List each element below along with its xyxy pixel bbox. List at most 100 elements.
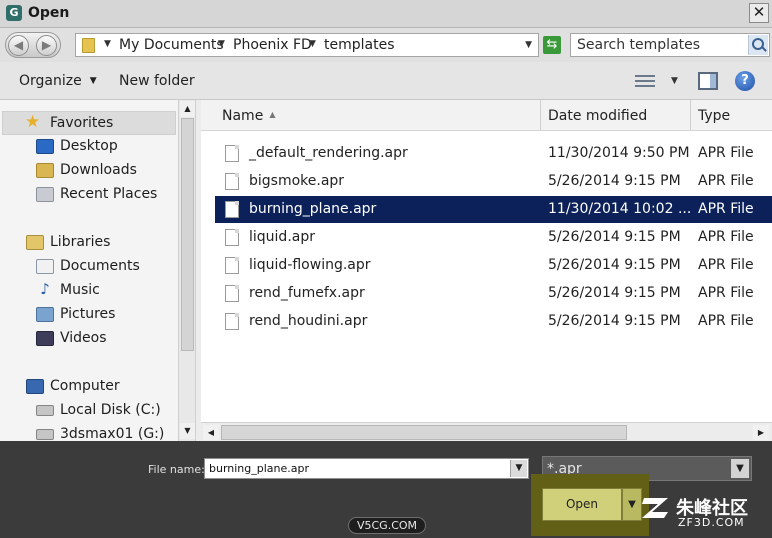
watermark-zf3d-url: ZF3D.COM: [678, 516, 745, 529]
file-date: 11/30/2014 10:02 ...: [548, 201, 692, 217]
scroll-up-icon[interactable]: ▲: [180, 101, 195, 117]
scroll-right-icon[interactable]: ▶: [753, 425, 769, 440]
forward-button[interactable]: ▶: [36, 35, 57, 56]
file-date: 5/26/2014 9:15 PM: [548, 229, 681, 245]
column-header-row: Name ▲ Date modified Type: [201, 100, 772, 131]
organize-button[interactable]: Organize ▼: [19, 73, 97, 89]
chevron-down-icon[interactable]: ▼: [309, 39, 316, 49]
hard-drive-icon: [36, 405, 54, 416]
file-name-combo: ▼: [204, 458, 529, 479]
desktop-icon: [36, 139, 54, 154]
file-type: APR File: [698, 173, 754, 189]
music-icon: ♪: [40, 280, 50, 298]
folder-icon: [82, 38, 95, 53]
scroll-thumb[interactable]: [221, 425, 627, 440]
file-row-selected[interactable]: burning_plane.apr 11/30/2014 10:02 ... A…: [215, 196, 772, 223]
nav-scrollbar[interactable]: ▲ ▼: [178, 100, 196, 441]
file-type: APR File: [698, 285, 754, 301]
file-type: APR File: [698, 313, 754, 329]
nav-label: Recent Places: [60, 186, 158, 202]
nav-label: Favorites: [50, 115, 114, 131]
file-list-scrollbar[interactable]: ◀ ▶: [201, 422, 772, 441]
breadcrumb-templates[interactable]: templates: [324, 37, 395, 53]
new-folder-button[interactable]: New folder: [119, 73, 195, 89]
file-type: APR File: [698, 229, 754, 245]
nav-label: Downloads: [60, 162, 137, 178]
watermark-v5cg: V5CG.COM: [348, 517, 426, 534]
file-row[interactable]: liquid-flowing.apr 5/26/2014 9:15 PM APR…: [215, 252, 772, 279]
nav-label: Videos: [60, 330, 107, 346]
column-label: Name: [222, 108, 264, 124]
nav-item-favorites[interactable]: ★ Favorites: [2, 111, 176, 135]
scroll-thumb[interactable]: [181, 118, 194, 351]
search-icon[interactable]: [748, 35, 768, 55]
file-row[interactable]: liquid.apr 5/26/2014 9:15 PM APR File: [215, 224, 772, 251]
column-divider[interactable]: [540, 100, 541, 131]
address-dropdown-icon[interactable]: ▼: [525, 40, 532, 50]
file-row[interactable]: rend_houdini.apr 5/26/2014 9:15 PM APR F…: [215, 308, 772, 335]
zf3d-logo-icon: [642, 498, 668, 518]
views-dropdown-icon[interactable]: ▼: [671, 76, 678, 86]
command-toolbar: Organize ▼ New folder ▼ ?: [0, 62, 772, 100]
column-header-name[interactable]: Name ▲: [222, 108, 275, 124]
chevron-down-icon[interactable]: ▼: [104, 39, 111, 49]
file-name-input[interactable]: [209, 461, 499, 476]
nav-label: Libraries: [50, 234, 111, 250]
pictures-icon: [36, 307, 54, 322]
column-header-date[interactable]: Date modified: [548, 108, 647, 124]
column-header-type[interactable]: Type: [698, 108, 730, 124]
back-button[interactable]: ◀: [8, 35, 29, 56]
navigation-pane: ★ Favorites Desktop Downloads Recent Pla…: [0, 100, 178, 441]
nav-label: Local Disk (C:): [60, 402, 161, 418]
refresh-icon[interactable]: ⇆: [543, 36, 561, 54]
nav-label: Computer: [50, 378, 120, 394]
file-icon: [225, 145, 239, 162]
address-bar: ◀ ▶ ▼ My Documents ▼ Phoenix FD ▼ templa…: [0, 28, 772, 62]
search-input[interactable]: [577, 36, 747, 54]
videos-icon: [36, 331, 54, 346]
documents-icon: [36, 259, 54, 274]
file-row[interactable]: bigsmoke.apr 5/26/2014 9:15 PM APR File: [215, 168, 772, 195]
chevron-down-icon[interactable]: ▼: [510, 460, 527, 477]
breadcrumb-phoenix-fd[interactable]: Phoenix FD: [233, 37, 312, 53]
nav-label: Documents: [60, 258, 140, 274]
file-name: liquid.apr: [249, 229, 315, 245]
file-list: Name ▲ Date modified Type _default_render…: [201, 100, 772, 422]
nav-label: Desktop: [60, 138, 118, 154]
star-icon: ★: [25, 112, 41, 132]
file-icon: [225, 173, 239, 190]
sort-up-icon: ▲: [269, 110, 276, 119]
preview-pane-icon[interactable]: [698, 72, 718, 90]
title-bar: G Open ✕: [0, 0, 772, 28]
file-name: rend_fumefx.apr: [249, 285, 365, 301]
file-icon: [225, 229, 239, 246]
file-row[interactable]: rend_fumefx.apr 5/26/2014 9:15 PM APR Fi…: [215, 280, 772, 307]
file-name: burning_plane.apr: [249, 201, 377, 217]
help-icon[interactable]: ?: [735, 71, 755, 91]
column-divider[interactable]: [690, 100, 691, 131]
close-button[interactable]: ✕: [749, 3, 769, 23]
file-row[interactable]: _default_rendering.apr 11/30/2014 9:50 P…: [215, 140, 772, 167]
file-name: _default_rendering.apr: [249, 145, 408, 161]
nav-label: Music: [60, 282, 100, 298]
libraries-icon: [26, 235, 44, 250]
file-type: APR File: [698, 201, 754, 217]
breadcrumb[interactable]: ▼ My Documents ▼ Phoenix FD ▼ templates …: [75, 33, 539, 57]
chevron-down-icon[interactable]: ▼: [218, 39, 225, 49]
scroll-left-icon[interactable]: ◀: [203, 425, 219, 440]
file-name-label: File name:: [148, 463, 205, 476]
open-button[interactable]: Open: [542, 488, 622, 521]
file-icon: [225, 285, 239, 302]
scroll-down-icon[interactable]: ▼: [180, 423, 195, 439]
file-icon: [225, 313, 239, 330]
views-icon[interactable]: [635, 74, 655, 89]
organize-label: Organize: [19, 73, 82, 89]
file-type: APR File: [698, 257, 754, 273]
file-date: 5/26/2014 9:15 PM: [548, 173, 681, 189]
breadcrumb-my-documents[interactable]: My Documents: [119, 37, 224, 53]
file-name: bigsmoke.apr: [249, 173, 345, 189]
chevron-down-icon[interactable]: ▼: [731, 459, 749, 478]
downloads-icon: [36, 163, 54, 178]
open-options-dropdown[interactable]: ▼: [622, 488, 642, 521]
recent-places-icon: [36, 187, 54, 202]
